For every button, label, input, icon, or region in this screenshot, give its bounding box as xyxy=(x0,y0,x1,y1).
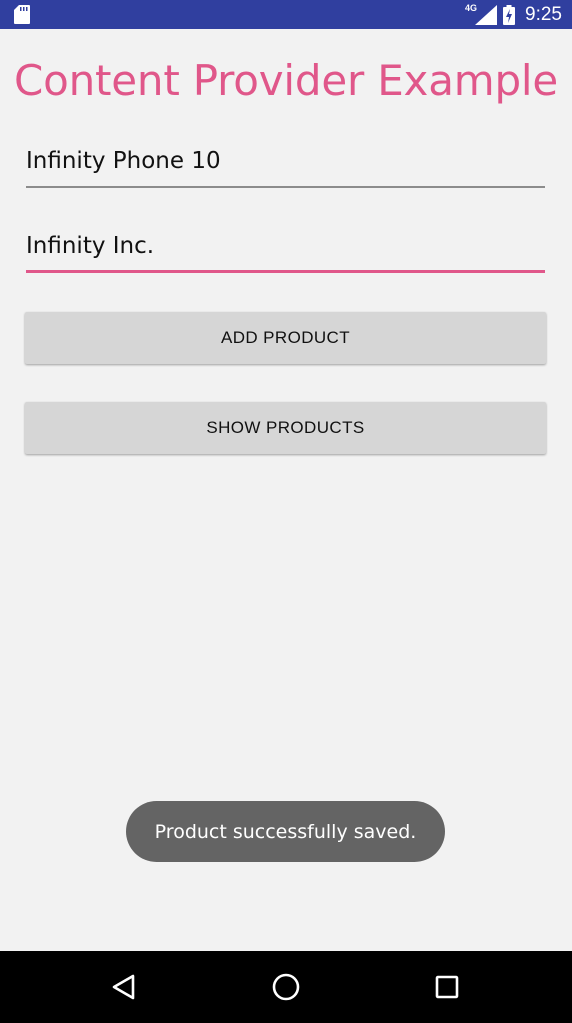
signal-icon xyxy=(475,4,498,25)
manufacturer-input[interactable] xyxy=(26,227,545,273)
product-name-input[interactable] xyxy=(26,142,545,188)
add-product-button[interactable]: ADD PRODUCT xyxy=(25,312,546,364)
navigation-bar xyxy=(0,951,572,1023)
home-icon xyxy=(272,973,300,1001)
network-type-label: 4G xyxy=(465,2,478,13)
clock: 9:25 xyxy=(525,3,562,25)
recents-button[interactable] xyxy=(427,969,467,1005)
back-button[interactable] xyxy=(104,969,144,1005)
show-products-button[interactable]: SHOW PRODUCTS xyxy=(25,402,546,454)
toast-message: Product successfully saved. xyxy=(126,801,445,862)
toast-text: Product successfully saved. xyxy=(154,820,417,843)
battery-charging-icon xyxy=(503,4,516,25)
back-icon xyxy=(112,974,135,1000)
page-title: Content Provider Example xyxy=(13,56,559,105)
status-right: 4G 9:25 xyxy=(465,0,562,29)
recents-icon xyxy=(435,975,459,999)
sd-card-icon xyxy=(14,5,30,24)
status-bar: 4G 9:25 xyxy=(0,0,572,29)
screen: 4G 9:25 Content Provider Example ADD PRO… xyxy=(0,0,572,1023)
home-button[interactable] xyxy=(266,969,306,1005)
